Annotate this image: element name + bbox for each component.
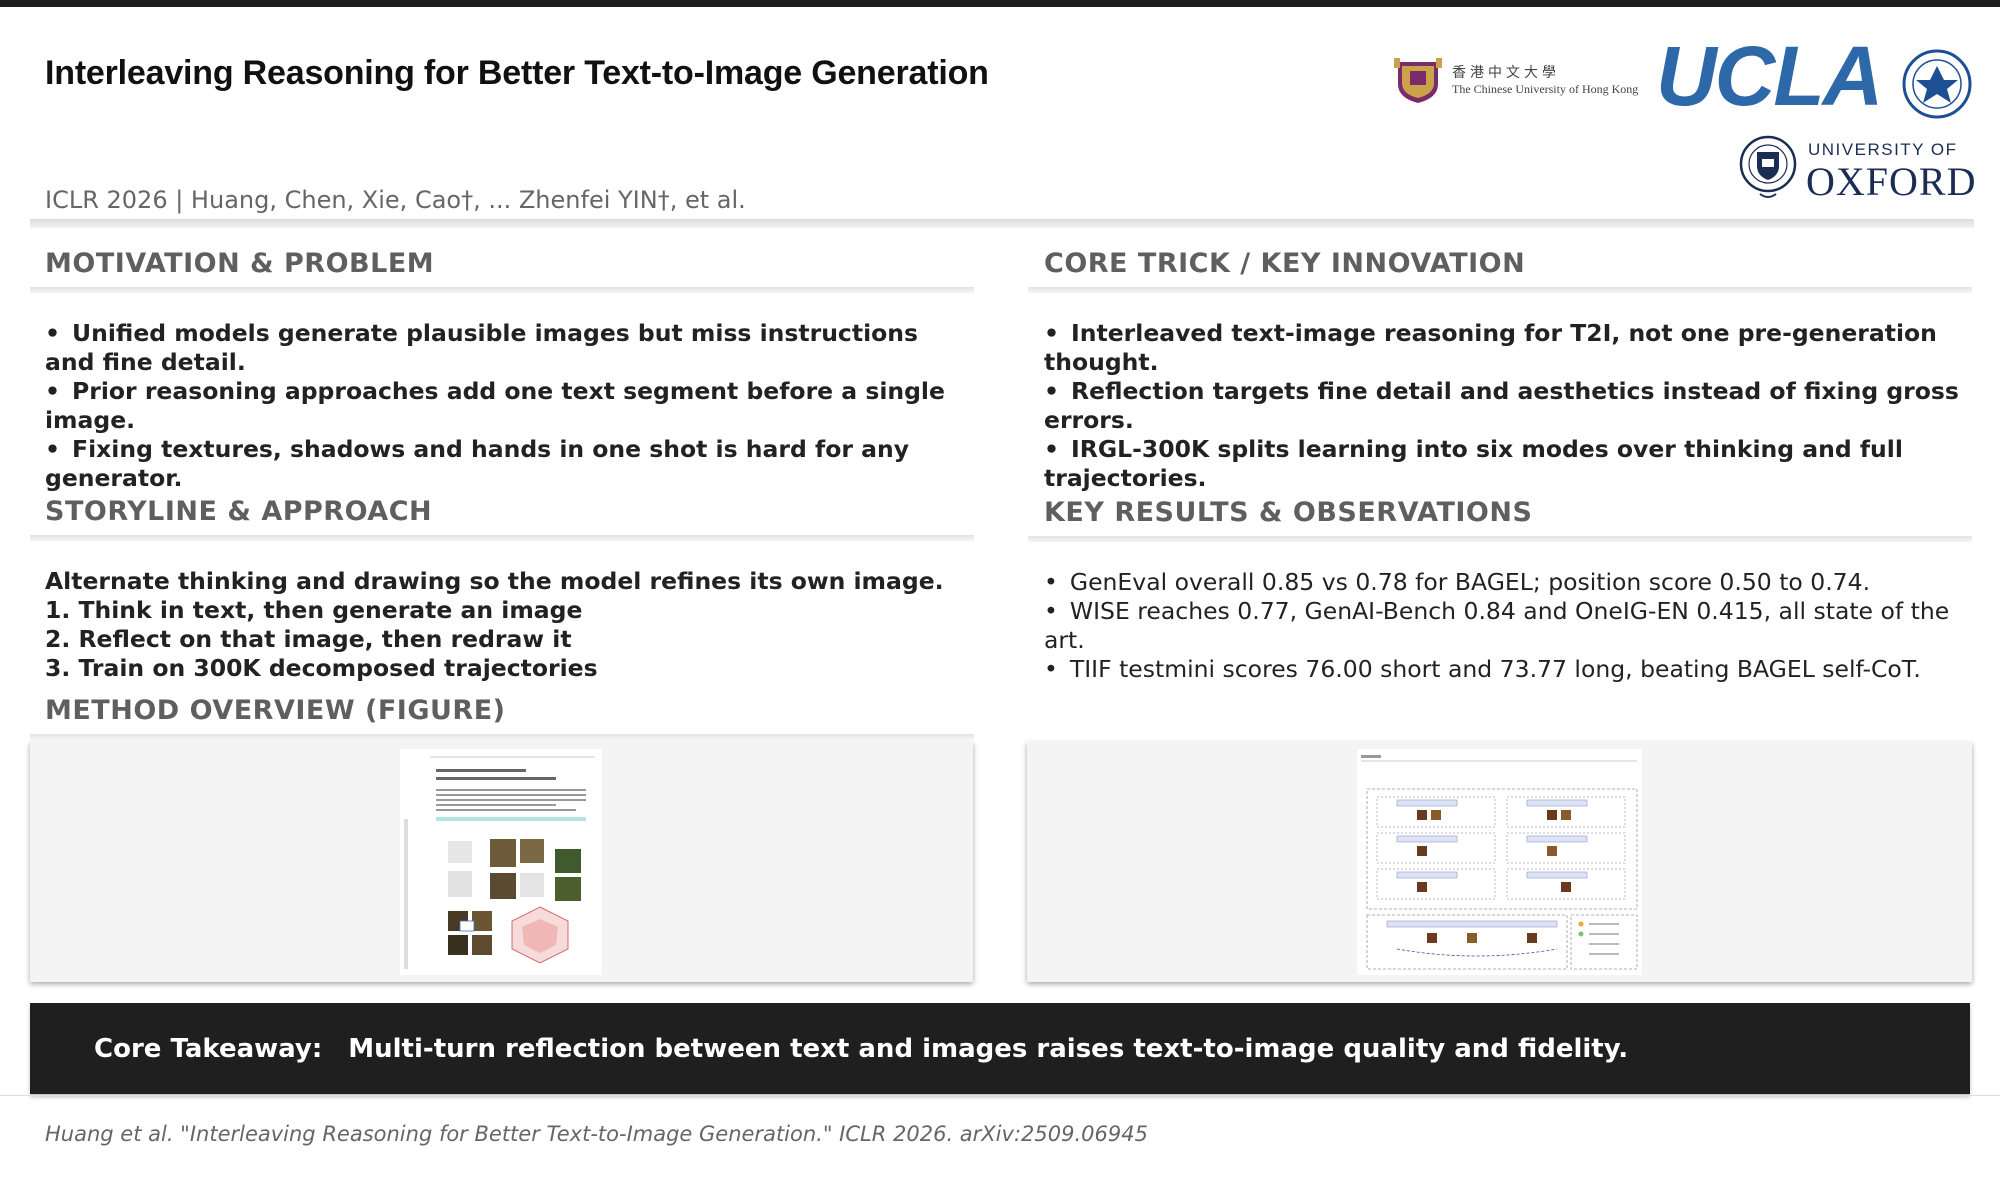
list-item: 1. Think in text, then generate an image xyxy=(45,596,583,624)
bullet-text: Reflection targets fine detail and aesth… xyxy=(1044,377,1959,434)
storyline-lines: Alternate thinking and drawing so the mo… xyxy=(30,567,974,683)
list-item: • Prior reasoning approaches add one text… xyxy=(45,377,945,434)
method-diagram-image xyxy=(1357,749,1642,975)
method-diagram-drawing xyxy=(1361,755,1638,970)
footer-divider xyxy=(0,1095,2000,1096)
zhejiang-university-seal-icon xyxy=(1902,49,1972,119)
storyline-divider xyxy=(30,535,974,541)
bullet-text: GenEval overall 0.85 vs 0.78 for BAGEL; … xyxy=(1069,568,1871,596)
list-item: • GenEval overall 0.85 vs 0.78 for BAGEL;… xyxy=(1044,568,1871,596)
figure-panel-right xyxy=(1027,742,1972,982)
method-section: METHOD OVERVIEW (FIGURE) xyxy=(30,695,974,740)
oxford-logo: UNIVERSITY OF OXFORD xyxy=(1738,132,1978,206)
list-item: • Fixing textures, shadows and hands in o… xyxy=(45,435,910,492)
list-item: • WISE reaches 0.77, GenAI-Bench 0.84 and… xyxy=(1044,597,1950,654)
motivation-heading: MOTIVATION & PROBLEM xyxy=(45,248,435,279)
figure-panel-left xyxy=(30,742,973,982)
core-takeaway-label: Core Takeaway: xyxy=(94,1034,323,1064)
top-rule xyxy=(0,0,2000,7)
cuhk-logo: 香港中文大學 The Chinese University of Hong Ko… xyxy=(1392,58,1638,104)
motivation-section: MOTIVATION & PROBLEM • Unified models gen… xyxy=(30,248,974,493)
cuhk-chinese-name: 香港中文大學 xyxy=(1452,65,1560,81)
results-section: KEY RESULTS & OBSERVATIONS • GenEval over… xyxy=(1028,497,1972,684)
method-divider xyxy=(30,734,974,740)
poster-title: Interleaving Reasoning for Better Text-t… xyxy=(45,54,989,92)
motivation-divider xyxy=(30,287,974,293)
ucla-logo: UCLA xyxy=(1656,29,1883,123)
paper-page-drawing xyxy=(404,756,595,969)
header-divider xyxy=(30,219,1974,228)
cuhk-english-name: The Chinese University of Hong Kong xyxy=(1452,82,1639,96)
oxford-crest-icon xyxy=(1739,135,1797,198)
cuhk-crest-icon xyxy=(1394,58,1442,103)
core-trick-divider xyxy=(1028,287,1972,293)
list-item: 3. Train on 300K decomposed trajectories xyxy=(45,654,598,682)
bullet-text: TIIF testmini scores 76.00 short and 73.… xyxy=(1069,655,1921,683)
list-item: • Interleaved text-image reasoning for T2… xyxy=(1044,319,1937,376)
bullet-text: Interleaved text-image reasoning for T2I… xyxy=(1044,319,1937,376)
bullet-text: WISE reaches 0.77, GenAI-Bench 0.84 and … xyxy=(1044,597,1950,654)
results-bullets: • GenEval overall 0.85 vs 0.78 for BAGEL;… xyxy=(1028,568,1972,684)
method-heading: METHOD OVERVIEW (FIGURE) xyxy=(45,695,506,726)
list-item: • TIIF testmini scores 76.00 short and 73… xyxy=(1044,655,1921,683)
core-trick-heading: CORE TRICK / KEY INNOVATION xyxy=(1044,248,1526,279)
results-divider xyxy=(1028,536,1972,542)
bullet-text: IRGL-300K splits learning into six modes… xyxy=(1044,435,1903,492)
core-takeaway-content: Core Takeaway: Multi-turn reflection betw… xyxy=(94,1034,1628,1064)
author-line: ICLR 2026 | Huang, Chen, Xie, Cao†, ... … xyxy=(45,186,746,214)
list-item: • IRGL-300K splits learning into six mode… xyxy=(1044,435,1903,492)
citation-footer: Huang et al. "Interleaving Reasoning for… xyxy=(45,1122,1148,1146)
paper-first-page-image xyxy=(400,749,602,975)
list-item: Alternate thinking and drawing so the mo… xyxy=(45,567,944,595)
list-item: 2. Reflect on that image, then redraw it xyxy=(45,625,572,653)
bullet-text: Unified models generate plausible images… xyxy=(45,319,919,376)
core-trick-bullets: • Interleaved text-image reasoning for T2… xyxy=(1028,319,1972,493)
motivation-bullets: • Unified models generate plausible image… xyxy=(30,319,974,493)
list-item: • Unified models generate plausible image… xyxy=(45,319,919,376)
oxford-university-of: UNIVERSITY OF xyxy=(1808,140,1958,159)
list-item: • Reflection targets fine detail and aest… xyxy=(1044,377,1959,434)
core-takeaway-banner: Core Takeaway: Multi-turn reflection betw… xyxy=(30,1003,1970,1094)
core-trick-section: CORE TRICK / KEY INNOVATION • Interleaved… xyxy=(1028,248,1972,493)
bullet-text: Prior reasoning approaches add one text … xyxy=(45,377,945,434)
results-heading: KEY RESULTS & OBSERVATIONS xyxy=(1044,497,1533,528)
bullet-text: Fixing textures, shadows and hands in on… xyxy=(45,435,910,492)
storyline-section: STORYLINE & APPROACH Alternate thinking … xyxy=(30,496,974,683)
oxford-wordmark: OXFORD xyxy=(1806,159,1977,204)
core-takeaway-text: Multi-turn reflection between text and i… xyxy=(348,1034,1629,1064)
storyline-heading: STORYLINE & APPROACH xyxy=(45,496,433,527)
